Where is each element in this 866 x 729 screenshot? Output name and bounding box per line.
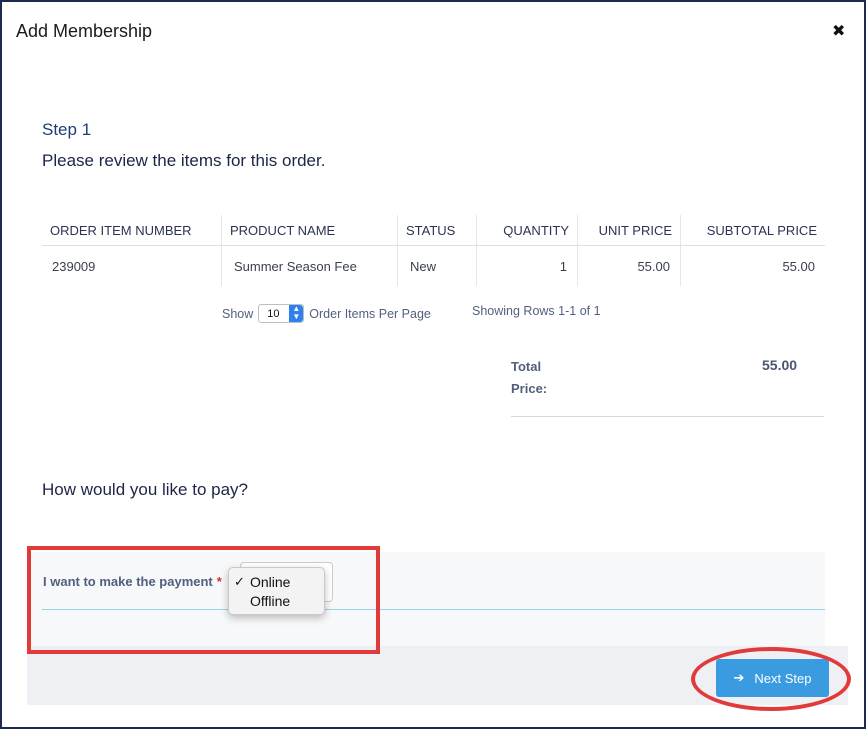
close-icon[interactable]: ✖ bbox=[832, 21, 845, 41]
items-per-page-value: 10 bbox=[267, 307, 280, 320]
column-header-quantity: QUANTITY bbox=[476, 215, 578, 246]
payment-question: How would you like to pay? bbox=[42, 480, 249, 499]
column-header-product-name: PRODUCT NAME bbox=[221, 215, 398, 246]
cell-status: New bbox=[397, 245, 477, 286]
column-header-subtotal-price: SUBTOTAL PRICE bbox=[680, 215, 825, 246]
table-row: 239009 Summer Season Fee New 1 55.00 55.… bbox=[42, 245, 825, 286]
select-stepper-icon: ▲ ▼ bbox=[289, 305, 304, 322]
cell-subtotal-price: 55.00 bbox=[782, 258, 815, 274]
pagination-controls: Show 10 ▲ ▼ Order Items Per Page bbox=[222, 304, 431, 323]
table-header-row: ORDER ITEM NUMBER PRODUCT NAME STATUS QU… bbox=[42, 215, 825, 246]
column-header-status: STATUS bbox=[397, 215, 477, 246]
step-label: Step 1 bbox=[42, 120, 92, 139]
cell-order-item-number: 239009 bbox=[42, 245, 222, 286]
total-price-value: 55.00 bbox=[762, 357, 798, 373]
annotation-highlight-box bbox=[27, 546, 380, 654]
items-per-page-select[interactable]: 10 ▲ ▼ bbox=[258, 304, 305, 323]
column-header-order-item-number: ORDER ITEM NUMBER bbox=[42, 215, 222, 246]
annotation-highlight-oval bbox=[691, 647, 851, 711]
cell-product-name: Summer Season Fee bbox=[221, 245, 398, 286]
rows-showing-text: Showing Rows 1-1 of 1 bbox=[472, 304, 601, 318]
step-instruction: Please review the items for this order. bbox=[42, 151, 326, 170]
pager-per-page-label: Order Items Per Page bbox=[309, 306, 431, 321]
column-header-unit-price: UNIT PRICE bbox=[577, 215, 681, 246]
pager-show-label: Show bbox=[222, 306, 254, 321]
cell-quantity: 1 bbox=[476, 245, 578, 286]
total-divider bbox=[511, 416, 824, 417]
modal-title: Add Membership bbox=[16, 21, 153, 41]
order-items-table: ORDER ITEM NUMBER PRODUCT NAME STATUS QU… bbox=[42, 215, 825, 286]
cell-unit-price: 55.00 bbox=[577, 245, 681, 286]
total-price-label: Total Price: bbox=[511, 359, 548, 396]
